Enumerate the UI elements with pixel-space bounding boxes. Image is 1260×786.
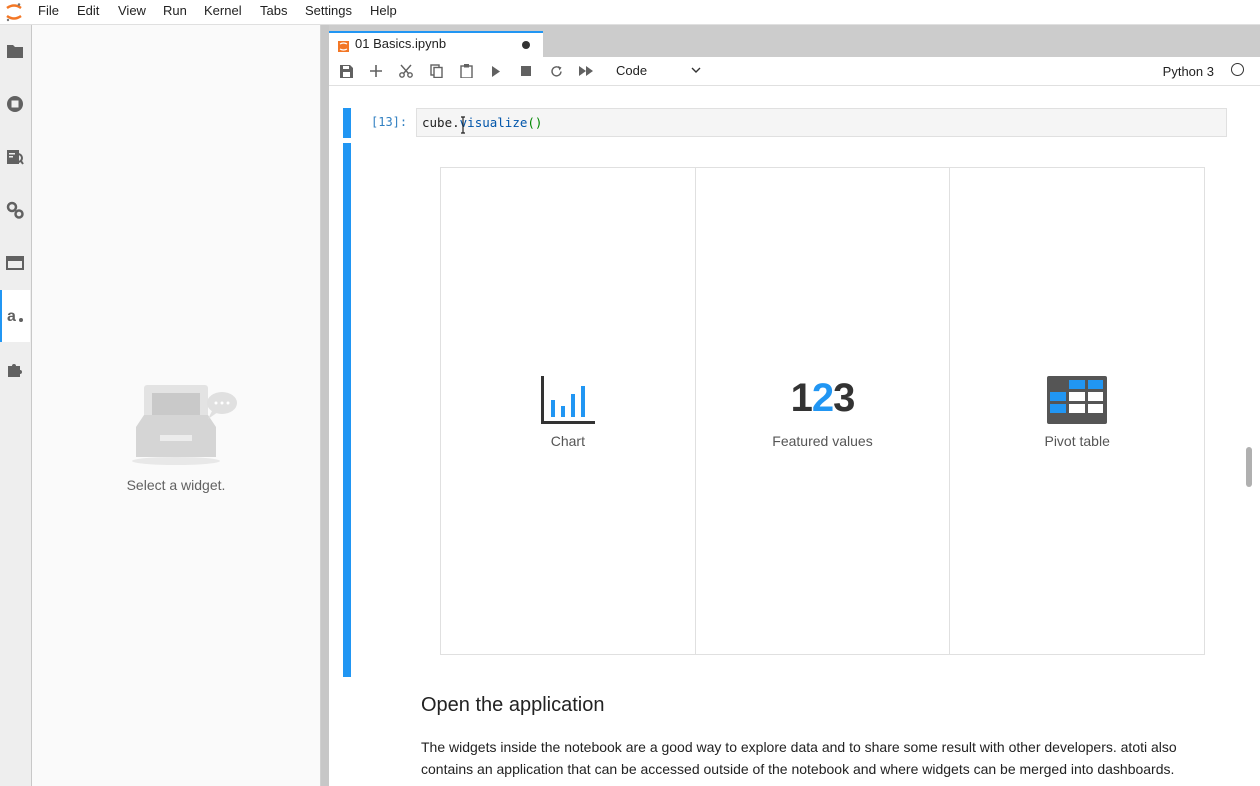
- menu-view[interactable]: View: [118, 3, 146, 18]
- input-collapser[interactable]: [343, 108, 351, 138]
- menu-run[interactable]: Run: [163, 3, 187, 18]
- markdown-paragraph: The widgets inside the notebook are a go…: [421, 739, 1177, 777]
- code-cell-editor[interactable]: cube.visualize(): [416, 108, 1227, 137]
- stop-icon: [521, 66, 531, 76]
- featured-digit-1: 1: [790, 376, 813, 420]
- extensions-icon: [8, 364, 22, 377]
- run-button[interactable]: [488, 63, 504, 79]
- code-text[interactable]: cube.visualize(): [422, 115, 542, 130]
- empty-inbox-illustration: [132, 385, 237, 465]
- notebook-scrollbar[interactable]: [1246, 447, 1252, 487]
- code-parens: (): [527, 115, 543, 130]
- copy-button[interactable]: [428, 63, 444, 79]
- insert-cell-button[interactable]: [368, 63, 384, 79]
- kernel-name[interactable]: Python 3: [1163, 64, 1214, 79]
- chart-option-label: Chart: [550, 433, 585, 449]
- play-icon: [492, 65, 500, 77]
- tabs-icon: [6, 256, 24, 270]
- running-icon: [7, 96, 23, 112]
- atoti-tab[interactable]: a: [0, 290, 30, 342]
- folder-icon: [7, 45, 23, 58]
- markdown-heading: Open the application: [421, 694, 605, 716]
- tab-bar: 01 Basics.ipynb: [329, 25, 1260, 57]
- restart-button[interactable]: [548, 63, 564, 79]
- menu-kernel[interactable]: Kernel: [204, 3, 242, 18]
- featured-digit-2: 2: [811, 376, 834, 420]
- extensions-tab[interactable]: [0, 343, 30, 395]
- cut-icon: [399, 64, 413, 78]
- tab-title: 01 Basics.ipynb: [355, 36, 447, 51]
- file-browser-tab[interactable]: [0, 25, 30, 77]
- interrupt-button[interactable]: [518, 63, 534, 79]
- cell-type-value: Code: [616, 63, 648, 78]
- featured-values-option-label: Featured values: [772, 433, 873, 449]
- jupyter-logo-icon: [6, 3, 22, 22]
- featured-values-icon: 123: [696, 376, 950, 421]
- pivot-table-option[interactable]: Pivot table: [950, 168, 1204, 654]
- tab-notebook[interactable]: 01 Basics.ipynb: [329, 31, 543, 57]
- featured-values-option[interactable]: 123 Featured values: [696, 168, 951, 654]
- paste-icon: [459, 64, 473, 78]
- settings-tab[interactable]: [0, 184, 30, 236]
- empty-state-text: Select a widget.: [126, 477, 226, 493]
- bar-chart-icon: [540, 376, 595, 424]
- code-dot: .: [452, 115, 460, 130]
- notebook-icon: [338, 41, 349, 52]
- menu-settings[interactable]: Settings: [305, 3, 352, 18]
- code-variable: cube: [422, 115, 453, 130]
- widget-inspector-panel: Select a widget.: [32, 25, 321, 786]
- menu-bar: File Edit View Run Kernel Tabs Settings …: [0, 0, 1260, 25]
- output-collapser[interactable]: [343, 143, 351, 677]
- unsaved-dot-icon[interactable]: [522, 41, 530, 49]
- save-button[interactable]: [338, 63, 354, 79]
- notebook-panel: [13]: cube.visualize() Chart 123 Feature…: [329, 86, 1260, 786]
- menu-file[interactable]: File: [38, 3, 59, 18]
- code-function: visualize: [459, 115, 528, 130]
- cut-button[interactable]: [398, 63, 414, 79]
- property-inspector-tab[interactable]: [0, 131, 30, 183]
- save-icon: [339, 64, 353, 78]
- input-prompt: [13]:: [371, 115, 408, 129]
- tabs-tab[interactable]: [0, 237, 30, 289]
- atoti-icon: a: [7, 309, 23, 323]
- property-inspector-icon: [7, 150, 24, 165]
- menu-help[interactable]: Help: [370, 3, 397, 18]
- panel-splitter[interactable]: [321, 25, 329, 786]
- restart-run-all-button[interactable]: [578, 63, 594, 79]
- copy-icon: [429, 64, 443, 78]
- pivot-table-option-label: Pivot table: [1044, 433, 1110, 449]
- cell-type-select[interactable]: Code: [616, 63, 702, 79]
- plus-icon: [370, 65, 382, 77]
- paste-button[interactable]: [458, 63, 474, 79]
- settings-icon: [6, 201, 24, 219]
- pivot-table-icon: [1047, 376, 1108, 424]
- text-cursor-icon: [461, 116, 465, 134]
- fast-forward-icon: [579, 66, 593, 76]
- svg-text:a: a: [7, 309, 16, 323]
- kernel-status-icon: [1231, 63, 1244, 76]
- activity-bar: a: [0, 25, 32, 786]
- featured-digit-3: 3: [833, 376, 855, 420]
- notebook-toolbar: Code Python 3: [329, 57, 1260, 86]
- atoti-widget-selector: Chart 123 Featured values Pivot table: [440, 167, 1205, 655]
- menu-tabs[interactable]: Tabs: [260, 3, 287, 18]
- chevron-down-icon: [691, 67, 701, 73]
- menu-edit[interactable]: Edit: [77, 3, 99, 18]
- chart-option[interactable]: Chart: [441, 168, 696, 654]
- refresh-icon: [550, 65, 562, 77]
- running-sessions-tab[interactable]: [0, 78, 30, 130]
